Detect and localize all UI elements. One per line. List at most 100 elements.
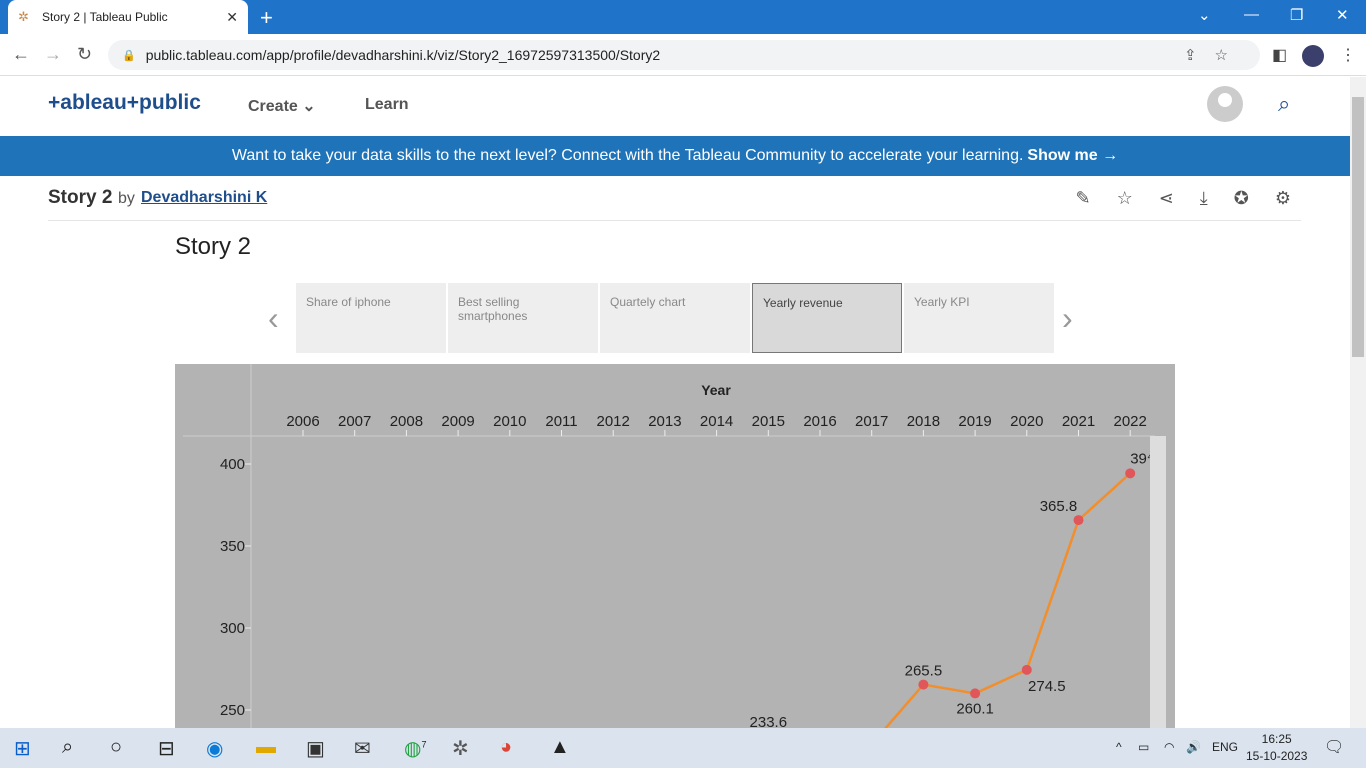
browser-tab[interactable]: ✲ Story 2 | Tableau Public ✕ [8, 0, 248, 34]
x-axis-title: Year [701, 382, 731, 398]
new-tab-icon[interactable]: + [260, 5, 273, 31]
next-story-arrow-icon[interactable]: › [1062, 300, 1073, 337]
url-text: public.tableau.com/app/profile/devadhars… [145, 47, 661, 63]
x-tick-label: 2021 [1062, 413, 1095, 430]
x-tick-label: 2014 [700, 413, 733, 430]
yearly-revenue-chart: Year 2006 2007 2008 2009 2010 2011 2012 2013 2014… [175, 364, 1175, 728]
tableau-favicon-icon: ✲ [18, 9, 29, 24]
author-link[interactable]: Devadharshini K [141, 189, 267, 207]
x-tick-label: 2006 [286, 413, 319, 430]
tray-chevron-icon[interactable]: ^ [1116, 740, 1122, 754]
story-by: by [118, 190, 135, 207]
tab-search-icon[interactable]: ⌄ [1198, 6, 1211, 24]
share-icon[interactable]: ⋖ [1159, 188, 1174, 209]
x-tick-label: 2007 [338, 413, 371, 430]
store-icon[interactable]: ▣ [306, 736, 325, 761]
x-tick-label: 2020 [1010, 413, 1043, 430]
favorite-star-icon[interactable]: ☆ [1117, 188, 1133, 209]
photos-icon[interactable]: ▲ [550, 736, 570, 759]
page-scrollbar[interactable] [1350, 77, 1366, 728]
badge-icon[interactable]: ✪ [1234, 188, 1249, 209]
x-tick-label: 2010 [493, 413, 526, 430]
tableau-public-logo[interactable]: +ableau+public [48, 91, 201, 115]
clock[interactable]: 16:25 15-10-2023 [1246, 731, 1307, 765]
data-point [1021, 664, 1032, 675]
data-point [970, 688, 981, 699]
data-label: 265.5 [905, 663, 943, 680]
battery-icon[interactable]: ▭ [1138, 740, 1149, 754]
reload-icon[interactable]: ↻ [77, 44, 92, 65]
story-point-4-active[interactable]: Yearly revenue [752, 283, 902, 353]
share-star-icons[interactable]: ⇪☆ [1184, 46, 1246, 64]
clock-time: 16:25 [1261, 732, 1292, 746]
mail-icon[interactable]: ✉ [354, 736, 371, 761]
tab-title: Story 2 | Tableau Public [42, 10, 168, 24]
chrome-menu-icon[interactable]: ⋮ [1340, 45, 1356, 65]
data-point [918, 679, 929, 690]
nav-learn[interactable]: Learn [365, 96, 409, 114]
whatsapp-icon[interactable]: ◍7 [404, 736, 426, 761]
wifi-icon[interactable]: ◠ [1164, 740, 1174, 754]
story-title: Story 2 [48, 187, 113, 208]
close-tab-icon[interactable]: ✕ [226, 9, 238, 26]
y-tick-label: 250 [220, 702, 245, 719]
chart-scrollbar[interactable] [1150, 436, 1166, 728]
data-label: 260.1 [956, 700, 994, 717]
x-tick-label: 2017 [855, 413, 888, 430]
x-tick-label: 2016 [803, 413, 836, 430]
windows-start-icon[interactable]: ⊞ [14, 736, 31, 761]
side-panel-icon[interactable]: ◧ [1272, 45, 1287, 65]
download-icon[interactable]: ⤓ [1200, 188, 1208, 209]
omnibox[interactable]: 🔒 public.tableau.com/app/profile/devadha… [108, 40, 1260, 70]
clock-date: 15-10-2023 [1246, 749, 1308, 763]
y-tick-label: 300 [220, 620, 245, 637]
volume-icon[interactable]: 🔊 [1186, 740, 1201, 754]
viz-title: Story 2 [175, 233, 252, 260]
forward-icon[interactable]: → [44, 44, 62, 65]
task-view-icon[interactable]: ⊟ [158, 736, 175, 761]
language-indicator[interactable]: ENG [1212, 740, 1238, 754]
back-icon[interactable]: ← [12, 44, 30, 65]
story-point-1[interactable]: Share of iphone [296, 283, 446, 353]
edge-icon[interactable]: ◉ [206, 736, 223, 761]
taskbar-search-icon[interactable]: ⌕ [62, 736, 73, 759]
data-point [1073, 515, 1084, 526]
show-me-link[interactable]: Show me → [1027, 147, 1118, 165]
restore-icon[interactable]: ❐ [1290, 6, 1303, 24]
page-scroll-thumb[interactable] [1352, 97, 1364, 357]
x-tick-label: 2012 [597, 413, 630, 430]
viz-toolbar: ✎ ☆ ⋖ ⤓ ✪ ⚙ [1075, 188, 1291, 209]
lock-icon: 🔒 [122, 49, 136, 62]
close-window-icon[interactable]: ✕ [1336, 6, 1349, 24]
windows-taskbar: ⊞ ⌕ ○ ⊟ ◉ ▬ ▣ ✉ ◍7 ✲ ◕ ▲ ^ ▭ ◠ 🔊 ENG 16:… [0, 728, 1366, 768]
minimize-icon[interactable]: — [1244, 6, 1259, 23]
story-point-3[interactable]: Quartely chart [600, 283, 750, 353]
data-label: 233.6 [750, 714, 788, 728]
cortana-icon[interactable]: ○ [110, 736, 122, 759]
x-tick-label: 2011 [545, 413, 577, 430]
chrome-icon[interactable]: ◕ [500, 736, 512, 759]
file-explorer-icon[interactable]: ▬ [256, 736, 276, 759]
story-point-2[interactable]: Best selling smartphones [448, 283, 598, 353]
x-tick-label: 2015 [752, 413, 785, 430]
data-label: 365.8 [1040, 498, 1078, 515]
user-icon[interactable] [1207, 86, 1243, 122]
story-point-5[interactable]: Yearly KPI [904, 283, 1054, 353]
profile-avatar[interactable] [1302, 45, 1324, 67]
edit-icon[interactable]: ✎ [1075, 188, 1090, 209]
nav-create[interactable]: Create ⌄ [248, 96, 316, 116]
browser-tab-bar: ✲ Story 2 | Tableau Public ✕ + ⌄ — ❐ ✕ [0, 0, 1366, 34]
tableau-app-icon[interactable]: ✲ [452, 736, 469, 761]
x-tick-label: 2019 [958, 413, 991, 430]
data-label: 274.5 [1028, 678, 1066, 695]
notifications-icon[interactable]: 🗨 [1324, 737, 1344, 757]
settings-gear-icon[interactable]: ⚙ [1275, 188, 1291, 209]
data-point [1125, 468, 1136, 479]
story-title-row: Story 2 by Devadharshini K ✎ ☆ ⋖ ⤓ ✪ ⚙ [48, 178, 1301, 221]
x-tick-label: 2008 [390, 413, 423, 430]
prev-story-arrow-icon[interactable]: ‹ [268, 300, 279, 337]
address-bar-row: ← → ↻ 🔒 public.tableau.com/app/profile/d… [0, 34, 1366, 76]
chart-svg: Year 2006 2007 2008 2009 2010 2011 2012 2013 2014… [183, 364, 1155, 728]
search-icon[interactable]: ⌕ [1278, 91, 1290, 117]
y-tick-label: 350 [220, 538, 245, 555]
